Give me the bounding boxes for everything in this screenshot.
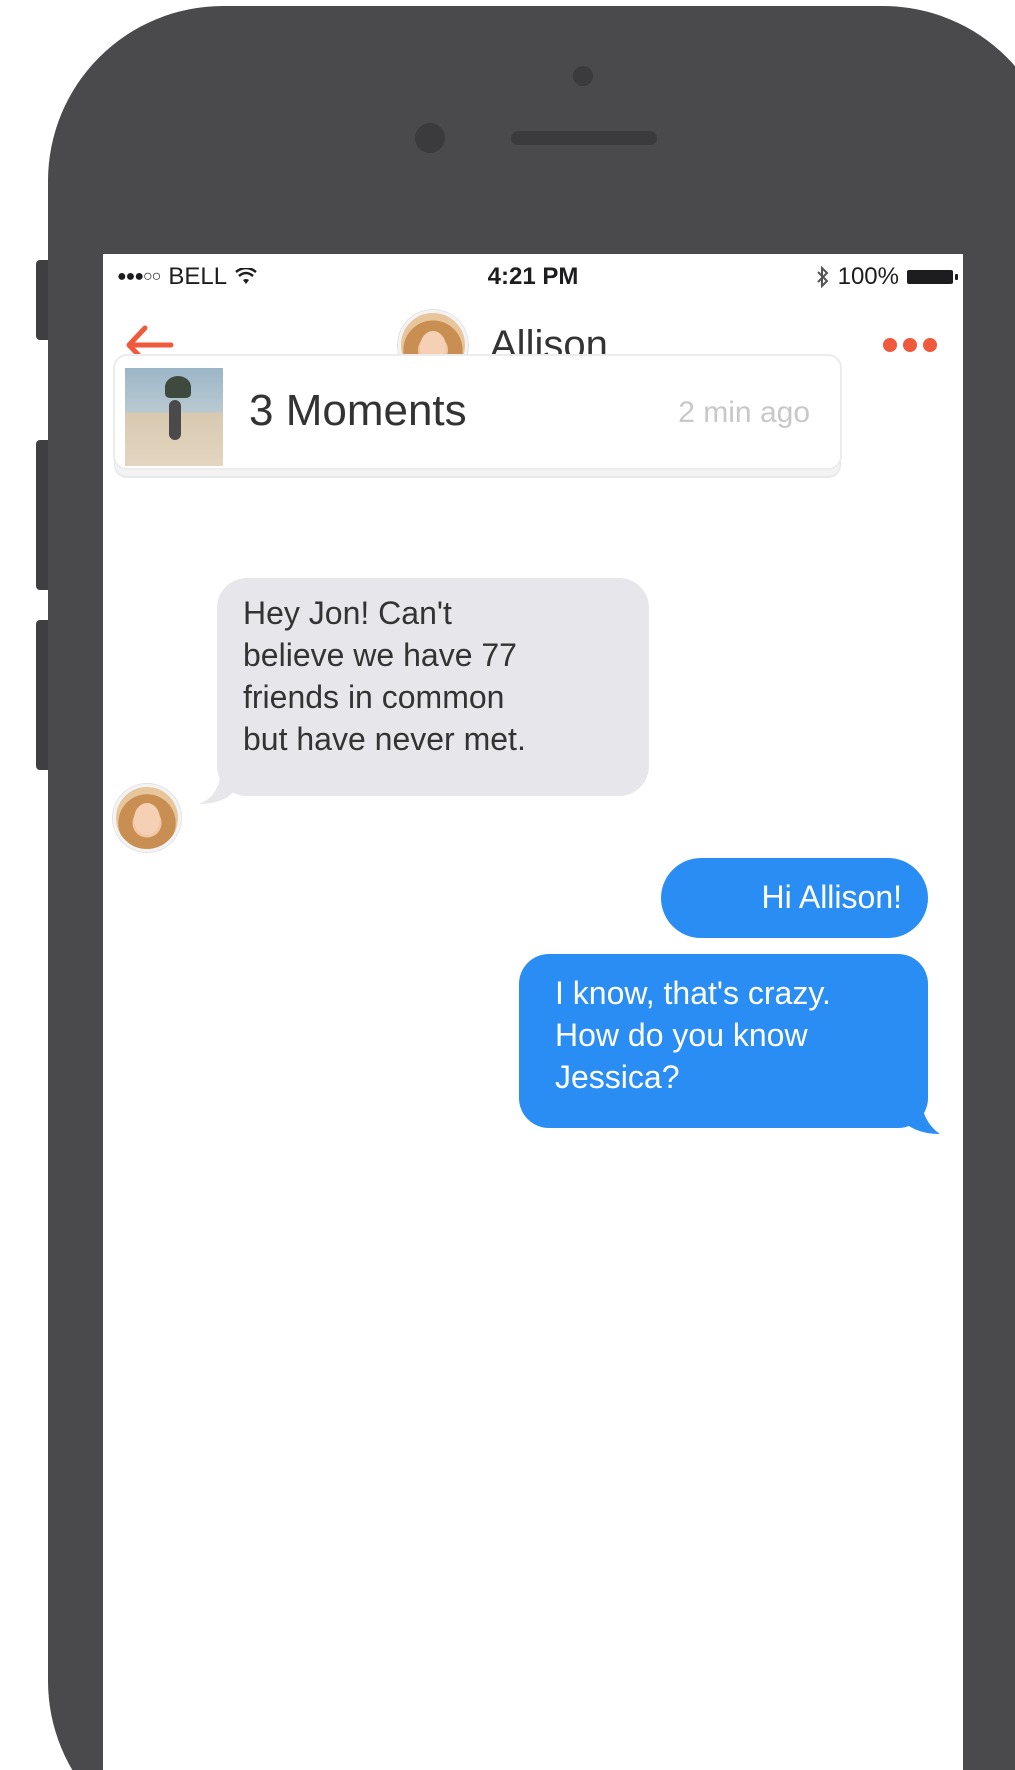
more-dots-icon <box>903 338 917 352</box>
phone-screen: ●●●○○ BELL 4:21 PM 100% Allison 3 Moment… <box>103 254 963 1770</box>
palm-tree-shape <box>165 376 191 398</box>
stage: ●●●○○ BELL 4:21 PM 100% Allison 3 Moment… <box>0 0 1015 1770</box>
status-bar: ●●●○○ BELL 4:21 PM 100% <box>103 254 963 300</box>
status-right: 100% <box>816 263 958 291</box>
moments-timestamp: 2 min ago <box>678 396 810 429</box>
moments-thumbnail <box>125 368 223 466</box>
message-line: believe we have 77 <box>243 637 517 673</box>
person-shape <box>169 400 181 440</box>
battery-icon <box>907 270 958 284</box>
outgoing-message-bubble: Hi Allison! <box>661 858 928 938</box>
message-line: I know, that's crazy. <box>555 975 831 1011</box>
outgoing-message-bubble: I know, that's crazy. How do you know Je… <box>519 954 928 1128</box>
message-line: Jessica? <box>555 1059 680 1095</box>
more-dots-icon <box>923 338 937 352</box>
mute-switch <box>36 260 48 340</box>
incoming-message-bubble: Hey Jon! Can't believe we have 77 friend… <box>217 578 649 796</box>
avatar-face <box>134 803 160 835</box>
message-line: How do you know <box>555 1017 808 1053</box>
proximity-sensor <box>573 66 593 86</box>
sender-avatar[interactable] <box>113 784 181 852</box>
message-line: but have never met. <box>243 721 526 757</box>
message-line: Hey Jon! Can't <box>243 595 452 631</box>
moments-card[interactable]: 3 Moments 2 min ago <box>113 354 842 470</box>
message-line: Hi Allison! <box>761 879 903 915</box>
volume-up-button <box>36 440 48 590</box>
more-dots-icon <box>883 338 897 352</box>
battery-percent: 100% <box>837 263 899 290</box>
more-options-button[interactable] <box>883 338 937 352</box>
bluetooth-icon <box>816 266 829 288</box>
moments-title: 3 Moments <box>249 386 467 435</box>
message-line: friends in common <box>243 679 505 715</box>
earpiece-speaker <box>511 131 657 145</box>
volume-down-button <box>36 620 48 770</box>
front-camera <box>415 123 445 153</box>
